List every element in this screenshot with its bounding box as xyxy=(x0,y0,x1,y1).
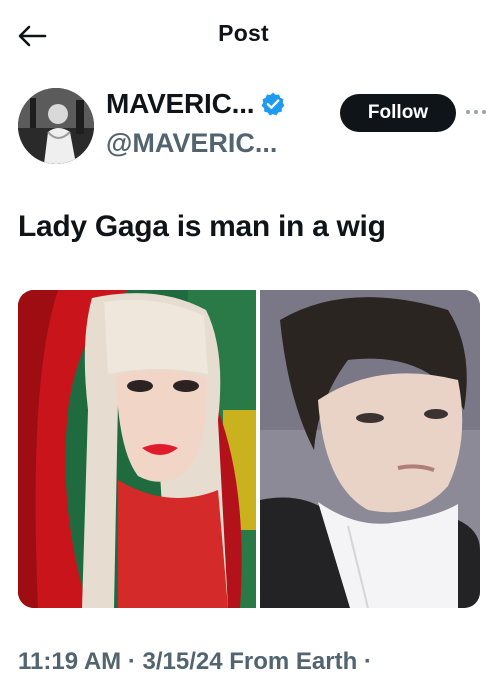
verified-badge-icon xyxy=(260,91,286,117)
avatar[interactable] xyxy=(18,88,94,164)
post-source: From Earth xyxy=(229,648,358,675)
post-media[interactable] xyxy=(18,290,480,608)
page-title: Post xyxy=(218,20,269,46)
user-handle[interactable]: @MAVERIC... xyxy=(106,128,277,159)
display-name[interactable]: MAVERIC... xyxy=(106,88,255,120)
post-text: Lady Gaga is man in a wig xyxy=(18,210,386,243)
post-meta: 11:19 AM · 3/15/24 From Earth · xyxy=(18,648,372,676)
meta-trailing-dot: · xyxy=(357,648,372,675)
top-bar: Post xyxy=(0,0,487,68)
post-author: MAVERIC... @MAVERIC... Follow xyxy=(18,88,486,168)
photo-right[interactable] xyxy=(260,290,480,608)
meta-separator: · xyxy=(121,648,143,675)
follow-button[interactable]: Follow xyxy=(340,94,456,132)
post-date[interactable]: 3/15/24 xyxy=(143,648,223,675)
photo-left[interactable] xyxy=(18,290,256,608)
post-time[interactable]: 11:19 AM xyxy=(18,648,121,675)
more-options-button[interactable] xyxy=(464,100,487,124)
more-dots-icon xyxy=(466,110,486,114)
display-name-row: MAVERIC... xyxy=(106,88,286,120)
